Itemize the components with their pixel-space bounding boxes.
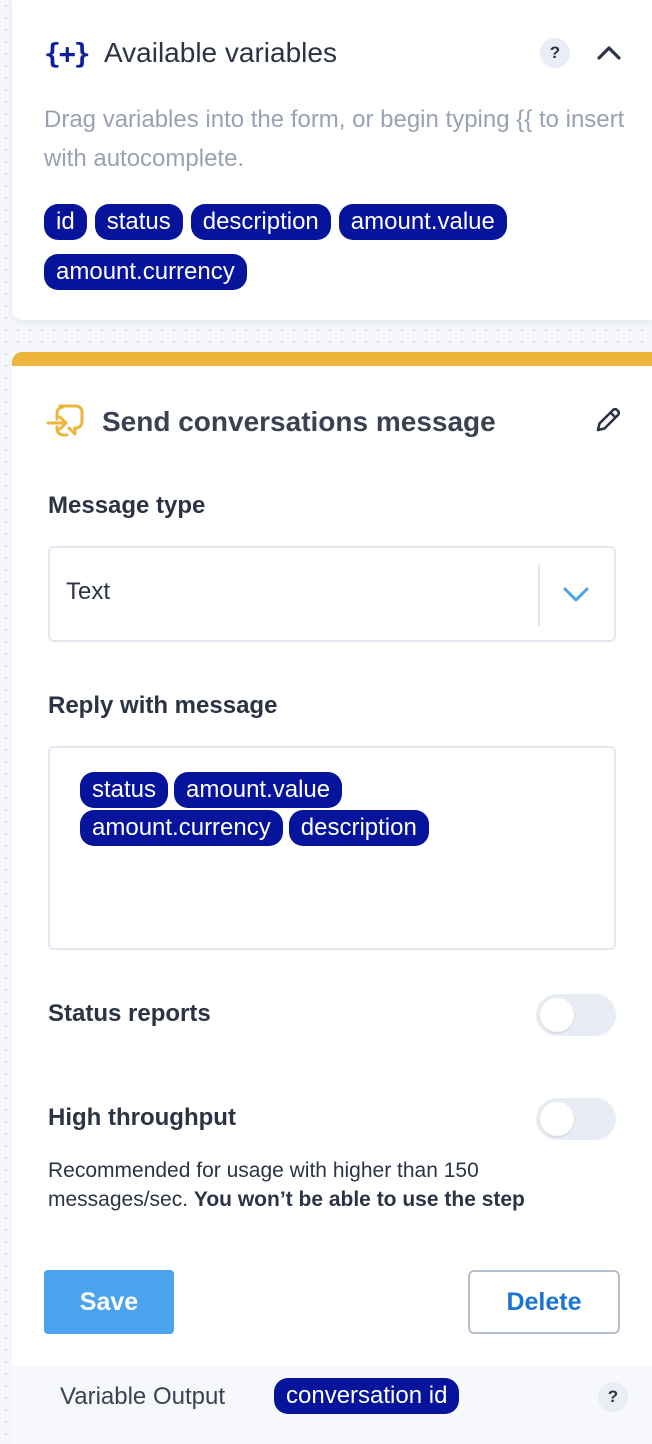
save-button[interactable]: Save	[44, 1270, 174, 1334]
footer: Save Delete Variable Output conversation…	[12, 1238, 652, 1444]
variable-chip-id[interactable]: id	[44, 204, 87, 240]
note-warning: You won’t be able to use the step	[193, 1188, 525, 1211]
message-type-value: Text	[66, 578, 111, 605]
reply-message-label: Reply with message	[48, 692, 278, 719]
edit-pencil-icon[interactable]	[592, 404, 624, 441]
reply-message-chips: status amount.value amount.currency desc…	[80, 772, 500, 846]
variables-header: {+} Available variables ?	[44, 30, 622, 76]
variable-chip-status[interactable]: status	[94, 204, 183, 240]
output-chip-conversation-id[interactable]: conversation id	[274, 1378, 460, 1414]
high-throughput-note: Recommended for usage with higher than 1…	[48, 1156, 608, 1214]
variable-chip-amount-value[interactable]: amount.value	[338, 204, 507, 240]
message-type-select[interactable]: Text	[48, 546, 616, 642]
available-variables-panel: {+} Available variables ? Drag variables…	[12, 0, 652, 320]
toggle-knob	[540, 998, 574, 1032]
high-throughput-toggle[interactable]	[536, 1098, 616, 1140]
conversations-step-icon	[44, 399, 86, 446]
variable-output-label: Variable Output	[60, 1383, 225, 1410]
chevron-down-icon[interactable]	[560, 578, 592, 610]
step-header: Send conversations message	[44, 396, 624, 448]
variables-help-button[interactable]: ?	[540, 38, 570, 68]
select-divider	[538, 564, 540, 626]
variables-braces-icon: {+}	[44, 36, 91, 70]
message-type-label: Message type	[48, 492, 206, 519]
action-bar: Save Delete	[12, 1238, 652, 1366]
delete-button[interactable]: Delete	[468, 1270, 620, 1334]
status-reports-toggle[interactable]	[536, 994, 616, 1036]
step-title: Send conversations message	[102, 406, 496, 437]
variable-chip-amount-currency[interactable]: amount.currency	[44, 254, 247, 290]
message-chip-amount-currency[interactable]: amount.currency	[80, 810, 283, 846]
high-throughput-label: High throughput	[48, 1104, 236, 1131]
variables-chip-list: id status description amount.value amoun…	[44, 204, 628, 290]
variables-description: Drag variables into the form, or begin t…	[44, 106, 625, 172]
message-chip-description[interactable]: description	[288, 810, 429, 846]
status-reports-label: Status reports	[48, 1000, 211, 1027]
message-chip-status[interactable]: status	[80, 772, 169, 808]
collapse-chevron-up-icon[interactable]	[596, 40, 622, 66]
toggle-knob	[540, 1102, 574, 1136]
step-accent-bar	[12, 352, 652, 366]
reply-message-input[interactable]: status amount.value amount.currency desc…	[48, 746, 616, 950]
message-chip-amount-value[interactable]: amount.value	[174, 772, 343, 808]
variable-output-bar: Variable Output conversation id ?	[12, 1366, 652, 1444]
step-config-panel: Send conversations message Message type …	[12, 352, 652, 1238]
output-help-button[interactable]: ?	[598, 1382, 628, 1412]
variables-title: Available variables	[104, 37, 337, 68]
variable-chip-description[interactable]: description	[190, 204, 331, 240]
